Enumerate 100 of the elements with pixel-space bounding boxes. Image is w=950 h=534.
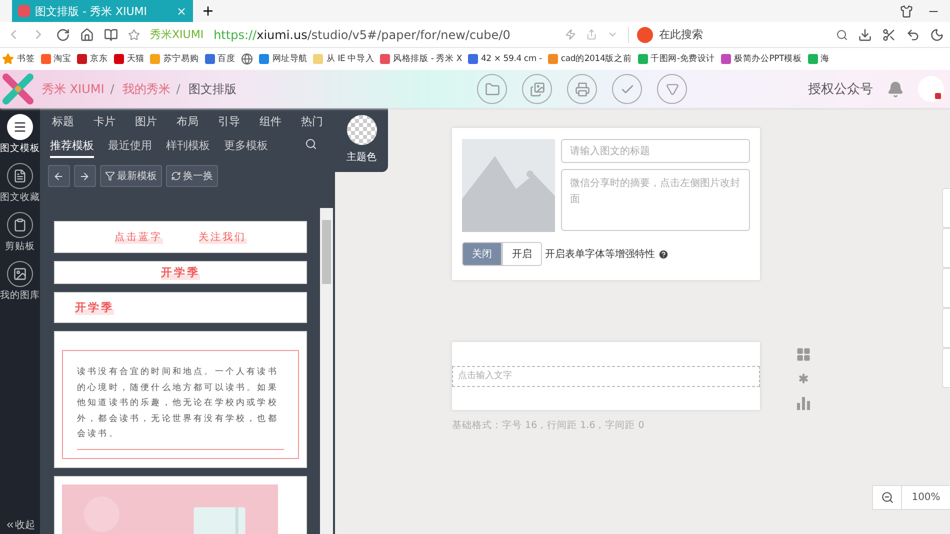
new-tab-icon[interactable]	[201, 4, 215, 18]
bookmark-link[interactable]: 网址导航	[272, 53, 308, 65]
sub-tab[interactable]: 最近使用	[108, 134, 152, 158]
image-placeholder-icon[interactable]	[462, 139, 555, 232]
undo-icon[interactable]	[906, 28, 920, 42]
search-icon[interactable]	[305, 138, 317, 150]
template-text: 点击蓝字	[114, 230, 162, 244]
rail-item[interactable]: 图文模板	[0, 114, 40, 155]
arrow-right-icon	[79, 170, 90, 182]
bolt-icon[interactable]	[565, 29, 576, 40]
filter-icon	[105, 171, 115, 181]
reader-icon[interactable]	[104, 28, 118, 42]
bookmark-link[interactable]: 极简办公PPT模板	[734, 53, 802, 65]
chevrons-left-icon	[5, 520, 15, 530]
help-icon[interactable]	[658, 248, 669, 260]
template-card[interactable]: 读书没有合宜的时间和地点。一个人有读书的心境时，随便什么地方都可以读书。如果他知道读书的乐趣，他无论在学校内或学校外，都会读书，无论世界有没有学校，也都会读书。	[54, 331, 307, 468]
reload-icon[interactable]	[56, 28, 70, 42]
arrow-left-icon	[53, 170, 64, 182]
download-icon[interactable]	[858, 28, 872, 42]
side-tab[interactable]	[942, 268, 950, 308]
sub-tab[interactable]: 更多模板	[224, 134, 268, 158]
bookmark-link[interactable]: 百度	[218, 53, 236, 65]
category-tab[interactable]: 图片	[135, 114, 157, 134]
bookmark-link[interactable]: 天猫	[126, 53, 144, 65]
logo-icon[interactable]	[2, 73, 34, 105]
side-tab[interactable]	[942, 348, 950, 388]
theme-color-panel[interactable]: 主题色	[335, 108, 388, 172]
summary-field[interactable]: 微信分享时的摘要，点击左侧图片改封面	[561, 169, 750, 231]
next-button[interactable]	[74, 165, 96, 187]
category-tab[interactable]: 标题	[52, 114, 74, 134]
rail-item[interactable]: 我的图库	[0, 261, 40, 302]
newest-button[interactable]: 最新模板	[100, 165, 162, 187]
bookmark-link[interactable]: 风格排版 - 秀米 X	[393, 53, 462, 65]
star-icon[interactable]	[128, 28, 140, 40]
bar-chart-icon[interactable]	[796, 395, 811, 410]
title-field[interactable]: 请输入图文的标题	[561, 139, 750, 163]
toggle-label: 开启表单字体等增强特性	[545, 248, 655, 261]
scissors-icon[interactable]	[882, 28, 896, 42]
check-button[interactable]	[612, 74, 642, 104]
collapse-label: 收起	[15, 518, 35, 532]
category-tab[interactable]: 引导	[218, 114, 240, 134]
authorize-link[interactable]: 授权公众号	[808, 80, 873, 98]
images-button[interactable]	[522, 74, 552, 104]
scrollbar-thumb[interactable]	[322, 220, 331, 284]
bookmark-link[interactable]: 42 × 59.4 cm -	[480, 54, 542, 64]
text-field[interactable]: 点击输入文字	[452, 366, 760, 386]
bookmark-link[interactable]: 千图网-免费设计	[650, 53, 716, 65]
tab-title: 图文排版 - 秀米 XIUMI	[35, 4, 148, 18]
category-tab[interactable]: 组件	[260, 114, 282, 134]
folder-button[interactable]	[477, 74, 508, 104]
home-icon[interactable]	[80, 28, 94, 42]
rail-item[interactable]: 图文收藏	[0, 163, 40, 204]
list-icon	[13, 120, 27, 134]
bookmark-link[interactable]: 从 IE 中导入	[326, 53, 374, 65]
theme-label: 主题色	[346, 150, 376, 164]
close-icon[interactable]	[176, 6, 187, 16]
asterisk-icon[interactable]	[796, 371, 811, 386]
sub-tab[interactable]: 样刊模板	[166, 134, 210, 158]
template-text: 关注我们	[198, 230, 246, 244]
scrollbar[interactable]	[320, 208, 333, 534]
side-tab[interactable]	[942, 308, 950, 348]
bookmark-link[interactable]: 书签	[17, 53, 35, 65]
triangle-icon	[666, 82, 679, 96]
format-note: 基础格式：字号 16，行间距 1.6，字间距 0	[452, 419, 646, 432]
breadcrumb-separator: /	[110, 82, 114, 96]
address-field[interactable]: https://xiumi.us/studio/v5#/paper/for/new/cube/0	[214, 28, 555, 42]
side-tab[interactable]	[942, 228, 950, 268]
skin-icon[interactable]	[900, 5, 913, 18]
shuffle-button[interactable]: 换一换	[166, 165, 218, 187]
side-tab[interactable]	[942, 188, 950, 228]
grid-icon[interactable]	[796, 347, 811, 362]
printer-button[interactable]	[567, 74, 598, 104]
share-icon[interactable]	[586, 29, 597, 40]
category-tab[interactable]: 布局	[176, 114, 198, 134]
search-icon[interactable]	[836, 28, 848, 40]
printer-icon	[574, 82, 590, 96]
category-tab[interactable]: 卡片	[94, 114, 116, 134]
globe-icon[interactable]	[241, 53, 254, 65]
image-icon	[13, 267, 27, 281]
avatar[interactable]	[918, 76, 944, 102]
triangle-button[interactable]	[657, 74, 688, 104]
toggle-option[interactable]: 开启	[502, 242, 542, 266]
search-field[interactable]: 在此搜索	[659, 27, 830, 42]
bell-icon[interactable]	[887, 80, 904, 98]
bookmark-link[interactable]: cad的2014版之前	[560, 53, 632, 65]
category-tab[interactable]: 热门	[301, 114, 323, 134]
site-name: 秀米XIUMI	[150, 27, 204, 42]
clipboard-icon	[13, 218, 27, 232]
bookmark-link[interactable]: 苏宁易购	[163, 53, 199, 65]
collapse-link[interactable]: 收起	[5, 518, 35, 532]
moon-icon[interactable]	[930, 28, 944, 42]
search-engine-icon[interactable]	[637, 26, 653, 42]
folder-icon	[484, 82, 500, 96]
bookmark-link[interactable]: 海	[820, 53, 830, 65]
document-icon	[13, 169, 27, 183]
bookmark-link[interactable]: 京东	[90, 53, 108, 65]
previous-button[interactable]	[48, 165, 70, 187]
bookmark-link[interactable]: 淘宝	[54, 53, 72, 65]
badge-icon	[935, 93, 941, 99]
refresh-icon	[171, 171, 181, 181]
